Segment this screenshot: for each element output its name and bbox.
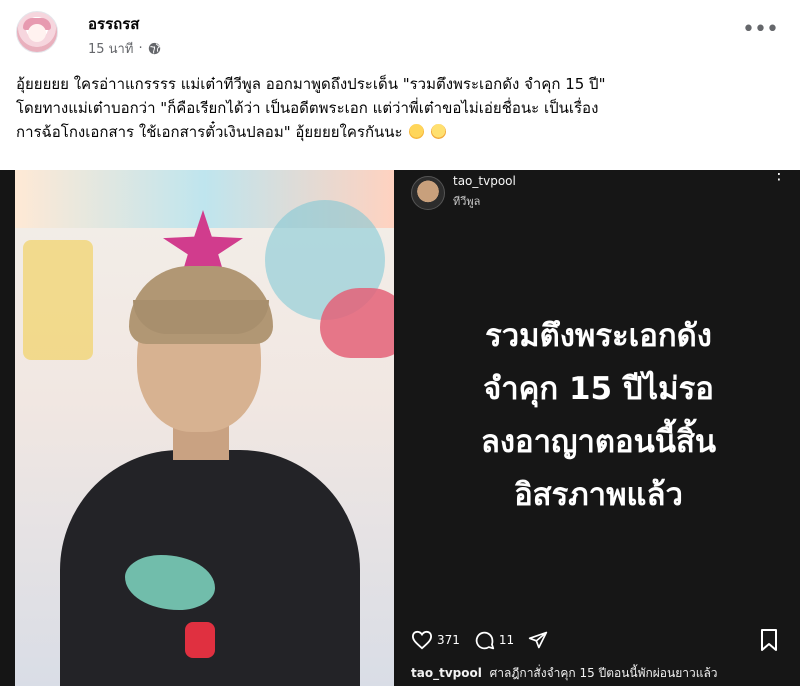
globe-icon bbox=[148, 42, 160, 55]
screaming-face-emoji-icon bbox=[431, 124, 447, 139]
ig-post-line: ลงอาญาตอนนี้สิ้น bbox=[480, 424, 717, 460]
heart-icon bbox=[411, 630, 433, 650]
backdrop-lips bbox=[320, 288, 394, 358]
ig-caption-username: tao_tvpool bbox=[411, 666, 482, 680]
share-icon bbox=[529, 631, 548, 649]
post-caption: อุ้ยยยยย ใครอ่าาแกรรรร แม่เต๋าทีวีพูล ออ… bbox=[16, 72, 786, 144]
thinking-face-emoji-icon bbox=[409, 124, 425, 139]
ig-caption-text: ศาลฎีกาสั่งจำคุก 15 ปีตอนนี้พักผ่อนยาวแล… bbox=[489, 666, 718, 680]
instagram-screenshot: tao_tvpool ทีวีพูล ⋮ รวมตึงพระเอกดัง จำค… bbox=[397, 170, 800, 686]
ig-caption: tao_tvpool ศาลฎีกาสั่งจำคุก 15 ปีตอนนี้พ… bbox=[411, 664, 718, 683]
meta-separator: · bbox=[138, 41, 143, 56]
caption-line-1: อุ้ยยยยย ใครอ่าาแกรรรร แม่เต๋าทีวีพูล ออ… bbox=[16, 75, 606, 93]
ig-more-icon: ⋮ bbox=[771, 170, 787, 183]
ig-post-line: จำคุก 15 ปีไม่รอ bbox=[483, 371, 714, 407]
video-still-photo bbox=[15, 170, 394, 686]
ig-like-group: 371 bbox=[411, 630, 460, 650]
ig-profile-avatar bbox=[411, 176, 445, 210]
caption-line-3: การฉ้อโกงเอกสาร ใช้เอกสารตั๋วเงินปลอม" อ… bbox=[16, 123, 403, 141]
ig-like-count: 371 bbox=[437, 633, 460, 647]
post-image[interactable]: tao_tvpool ทีวีพูล ⋮ รวมตึงพระเอกดัง จำค… bbox=[0, 170, 800, 686]
avatar-face bbox=[28, 24, 46, 42]
ig-share-group bbox=[528, 630, 548, 650]
post-header: อรรถรส 15 นาที · ••• bbox=[0, 0, 800, 66]
ig-action-bar: 371 11 bbox=[411, 628, 562, 652]
post-meta: 15 นาที · bbox=[88, 38, 161, 59]
caption-line-3-wrap: การฉ้อโกงเอกสาร ใช้เอกสารตั๋วเงินปลอม" อ… bbox=[16, 120, 786, 144]
caption-line-2: โดยทางแม่เต๋าบอกว่า "ก็คือเรียกได้ว่า เป… bbox=[16, 99, 599, 117]
ig-post-line: อิสรภาพแล้ว bbox=[514, 477, 683, 513]
backdrop-yellow-shape bbox=[23, 240, 93, 360]
bookmark-icon bbox=[761, 629, 777, 651]
page-avatar[interactable] bbox=[16, 11, 58, 53]
ig-post-text: รวมตึงพระเอกดัง จำคุก 15 ปีไม่รอ ลงอาญาต… bbox=[397, 310, 800, 522]
post-timestamp[interactable]: 15 นาที bbox=[88, 38, 133, 59]
comment-icon bbox=[475, 631, 495, 649]
ig-post-line: รวมตึงพระเอกดัง bbox=[485, 318, 712, 354]
person-hair-fringe bbox=[133, 300, 269, 334]
page-name-link[interactable]: อรรถรส bbox=[88, 12, 139, 36]
ig-comment-count: 11 bbox=[498, 633, 515, 647]
ig-subname: ทีวีพูล bbox=[453, 195, 481, 208]
ig-username: tao_tvpool bbox=[453, 174, 516, 188]
more-options-button[interactable]: ••• bbox=[742, 18, 779, 50]
red-watch bbox=[185, 622, 215, 658]
ig-comment-group: 11 bbox=[474, 630, 514, 651]
